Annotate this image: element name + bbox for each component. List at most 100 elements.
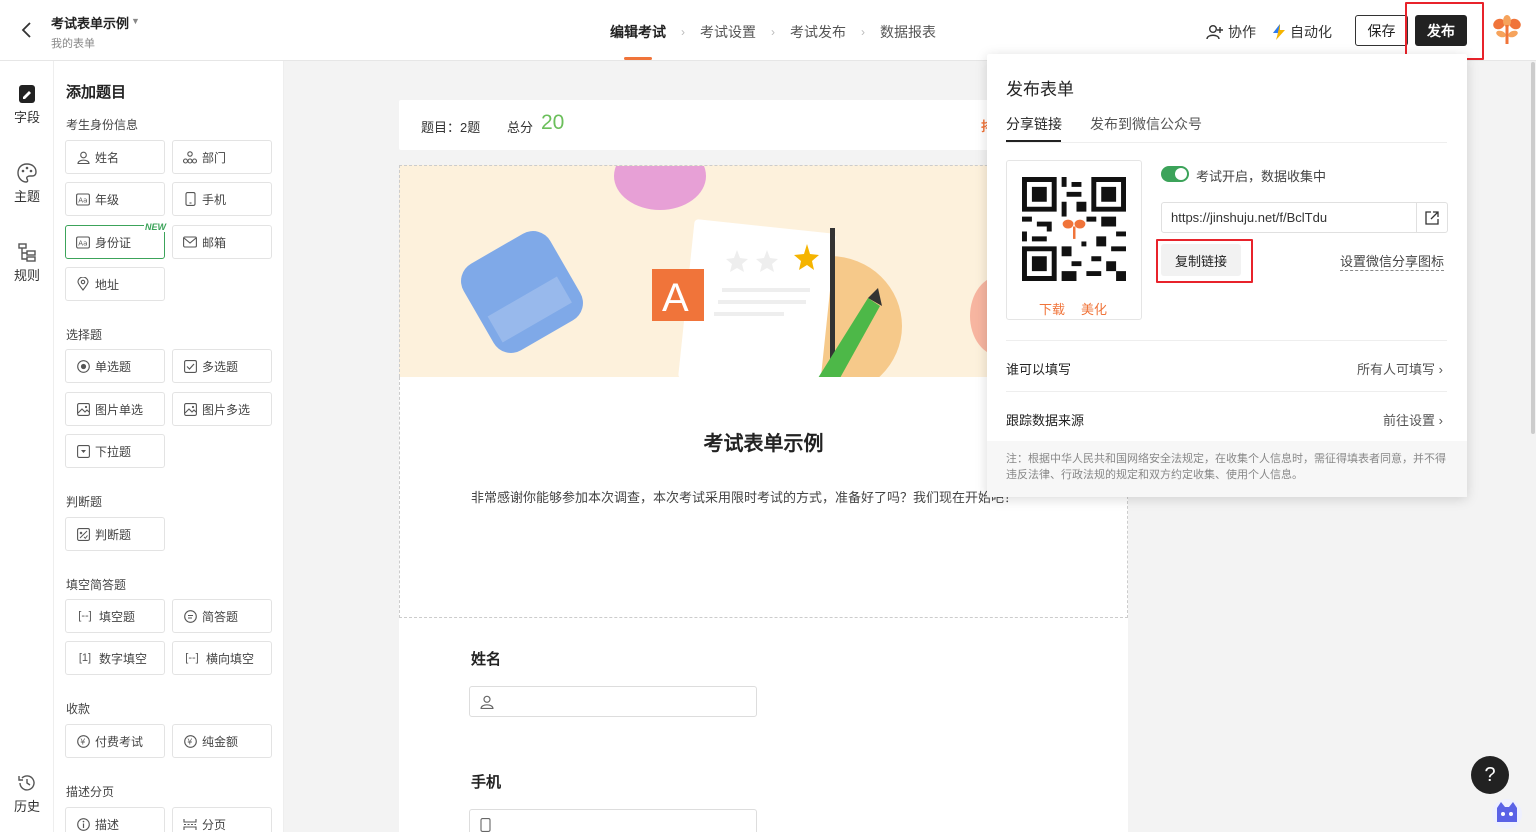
track-source-label: 跟踪数据来源: [1006, 413, 1085, 428]
field-img-multi-label: 图片多选: [202, 402, 251, 417]
publish-button[interactable]: 发布: [1415, 15, 1467, 46]
field-grade[interactable]: Aa 年级: [65, 182, 165, 216]
collecting-status: 考试开启，数据收集中: [1196, 169, 1327, 184]
yuan-coin-icon: ¥: [183, 734, 197, 748]
field-idcard[interactable]: Aa 身份证 NEW: [65, 222, 167, 259]
field-blank[interactable]: [--] 填空题: [65, 599, 165, 633]
field-short-label: 简答题: [202, 609, 239, 624]
qr-code-card: 下载 美化: [1006, 160, 1142, 320]
person-icon: [480, 695, 494, 709]
field-paid-exam[interactable]: ¥ 付费考试: [65, 724, 165, 758]
help-button[interactable]: ?: [1471, 756, 1509, 794]
tab-share-link[interactable]: 分享链接: [1006, 114, 1062, 134]
field-dropdown-label: 下拉题: [95, 444, 132, 459]
field-single-choice[interactable]: 单选题: [65, 349, 165, 383]
image-icon: [76, 402, 90, 416]
name-input[interactable]: [469, 686, 757, 717]
yuan-coin-icon: ¥: [76, 734, 90, 748]
field-judge[interactable]: 判断题: [65, 517, 165, 551]
copy-link-button[interactable]: 复制链接: [1161, 244, 1241, 276]
new-badge: NEW: [144, 222, 167, 232]
save-button[interactable]: 保存: [1355, 15, 1408, 46]
tab-wechat-publish[interactable]: 发布到微信公众号: [1090, 114, 1202, 134]
field-describe[interactable]: 描述: [65, 807, 165, 832]
step-nav: 编辑考试 › 考试设置 › 考试发布 › 数据报表: [610, 22, 936, 60]
download-qr-link[interactable]: 下载: [1039, 299, 1065, 318]
form-description[interactable]: 非常感谢你能够参加本次调查，本次考试采用限时考试的方式，准备好了吗？我们现在开始…: [471, 487, 1031, 506]
nav-theme-label: 主题: [13, 189, 40, 204]
field-number-blank[interactable]: [1] 数字填空: [65, 641, 165, 675]
privacy-note: 注：根据中华人民共和国网络安全法规定，在收集个人信息时，需征得填表者同意，并不得…: [987, 441, 1467, 497]
field-dept-label: 部门: [202, 150, 227, 165]
section-choice: 选择题: [66, 328, 103, 342]
field-page-label: 分页: [202, 817, 227, 832]
step-exam-settings[interactable]: 考试设置: [700, 22, 756, 42]
doc-subtitle[interactable]: 我的表单: [51, 35, 95, 51]
automation-label: 自动化: [1290, 24, 1332, 40]
dropdown-icon: [76, 444, 90, 458]
qr-code-icon[interactable]: [1021, 177, 1127, 281]
add-user-icon: [1206, 25, 1223, 40]
field-panel: 添加题目 考生身份信息 姓名 部门 Aa 年级 手机 Aa 身份证 NEW 邮箱 地址…: [54, 61, 284, 832]
open-external-icon[interactable]: [1416, 203, 1447, 232]
chevron-right-icon: ›: [681, 25, 685, 39]
beautify-qr-link[interactable]: 美化: [1081, 299, 1107, 318]
radio-icon: [76, 359, 90, 373]
field-img-single-label: 图片单选: [95, 402, 144, 417]
question-phone-label: 手机: [471, 774, 502, 791]
back-arrow-icon[interactable]: [18, 20, 36, 40]
nav-rules-label: 规则: [13, 268, 40, 283]
field-name[interactable]: 姓名: [65, 140, 165, 174]
nav-fields[interactable]: 字段: [0, 84, 54, 126]
who-can-fill-value: 所有人可填写 ›: [1357, 359, 1443, 378]
svg-text:Aa: Aa: [78, 239, 87, 247]
who-can-fill-row[interactable]: 谁可以填写 所有人可填写 ›: [1006, 340, 1447, 390]
left-nav: 字段 主题 规则 历史: [0, 61, 54, 832]
assistant-bot-icon[interactable]: [1491, 796, 1523, 832]
who-can-fill-label: 谁可以填写: [1006, 362, 1072, 377]
field-judge-label: 判断题: [95, 527, 132, 542]
field-address[interactable]: 地址: [65, 267, 165, 301]
field-phone[interactable]: 手机: [172, 182, 272, 216]
section-fill: 填空简答题: [66, 578, 127, 592]
field-name-label: 姓名: [95, 150, 120, 165]
track-source-row[interactable]: 跟踪数据来源 前往设置 ›: [1006, 391, 1447, 441]
collecting-toggle[interactable]: [1161, 166, 1189, 182]
field-multi-label: 多选题: [202, 359, 239, 374]
chevron-right-icon: ›: [1438, 362, 1443, 377]
field-short-answer[interactable]: 简答题: [172, 599, 272, 633]
field-paid-label: 付费考试: [95, 734, 144, 749]
track-source-value: 前往设置 ›: [1383, 410, 1443, 429]
share-url-text: https://jinshuju.net/f/BclTdu: [1171, 210, 1328, 225]
field-pure-amount[interactable]: ¥ 纯金额: [172, 724, 272, 758]
who-can-fill-value-text: 所有人可填写: [1357, 362, 1436, 377]
svg-text:A: A: [662, 276, 689, 320]
field-dept[interactable]: 部门: [172, 140, 272, 174]
step-exam-publish[interactable]: 考试发布: [790, 22, 846, 42]
field-page-break[interactable]: 分页: [172, 807, 272, 832]
field-image-single[interactable]: 图片单选: [65, 392, 165, 426]
field-blank-label: 填空题: [99, 609, 136, 624]
automation-button[interactable]: 自动化: [1272, 22, 1332, 42]
field-multi-choice[interactable]: 多选题: [172, 349, 272, 383]
share-url-field[interactable]: https://jinshuju.net/f/BclTdu: [1161, 202, 1448, 233]
nav-history[interactable]: 历史: [0, 773, 54, 815]
collab-button[interactable]: 协作: [1206, 22, 1256, 42]
field-image-multi[interactable]: 图片多选: [172, 392, 272, 426]
page-scrollbar[interactable]: [1531, 62, 1535, 434]
nav-theme[interactable]: 主题: [0, 163, 54, 205]
phone-input[interactable]: [469, 809, 757, 832]
nav-rules[interactable]: 规则: [0, 242, 54, 284]
field-dropdown[interactable]: 下拉题: [65, 434, 165, 468]
total-score-label: 总分: [507, 120, 534, 135]
step-data-report[interactable]: 数据报表: [880, 22, 936, 42]
wechat-share-icon-link[interactable]: 设置微信分享图标: [1340, 251, 1445, 271]
step-edit-exam[interactable]: 编辑考试: [610, 22, 666, 60]
doc-title[interactable]: 考试表单示例: [51, 13, 129, 32]
lightning-icon: [1273, 24, 1285, 40]
caret-down-icon[interactable]: ▼: [131, 16, 140, 26]
field-horizontal-blank[interactable]: [--] 横向填空: [172, 641, 272, 675]
field-email[interactable]: 邮箱: [172, 225, 272, 259]
judge-icon: [76, 527, 90, 541]
field-address-label: 地址: [95, 277, 120, 292]
